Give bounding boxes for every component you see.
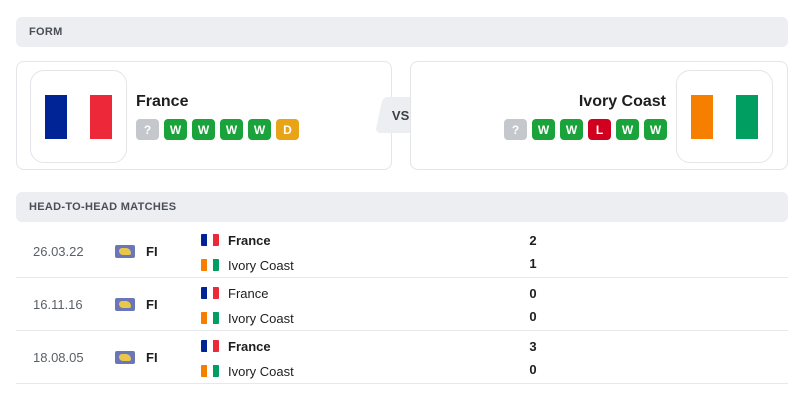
ivory-coast-flag-icon bbox=[201, 312, 219, 324]
form-badge-w[interactable]: W bbox=[644, 119, 667, 140]
home-score: 3 bbox=[529, 339, 537, 354]
away-team-name: Ivory Coast bbox=[228, 257, 294, 273]
world-icon bbox=[115, 298, 135, 311]
h2h-match-row[interactable]: 18.08.05 FI France 3 Ivory Coast 0 bbox=[16, 331, 788, 384]
form-badge-w[interactable]: W bbox=[560, 119, 583, 140]
world-icon bbox=[115, 245, 135, 258]
form-badge-w[interactable]: W bbox=[164, 119, 187, 140]
match-date: 26.03.22 bbox=[33, 244, 84, 259]
form-badge-w[interactable]: W bbox=[192, 119, 215, 140]
away-team-line: Ivory Coast bbox=[201, 256, 294, 274]
form-badge-unknown[interactable]: ? bbox=[504, 119, 527, 140]
france-flag-icon bbox=[201, 287, 219, 299]
form-badge-w[interactable]: W bbox=[248, 119, 271, 140]
match-date: 16.11.16 bbox=[33, 297, 83, 312]
form-badge-d[interactable]: D bbox=[276, 119, 299, 140]
home-form-row: ? W W W W D bbox=[136, 119, 299, 140]
away-form-row: ? W W L W W bbox=[504, 119, 667, 140]
away-team-name[interactable]: Ivory Coast bbox=[579, 93, 666, 111]
away-score: 0 bbox=[529, 362, 537, 377]
away-team-name: Ivory Coast bbox=[228, 310, 294, 326]
home-team-name: France bbox=[228, 285, 269, 301]
away-team-card[interactable]: Ivory Coast ? W W L W W bbox=[410, 61, 788, 170]
away-score: 1 bbox=[529, 256, 537, 271]
ivory-coast-flag-icon bbox=[201, 365, 219, 377]
home-team-logo[interactable] bbox=[30, 70, 127, 163]
home-team-name[interactable]: France bbox=[136, 93, 188, 111]
away-team-name: Ivory Coast bbox=[228, 363, 294, 379]
form-badge-unknown[interactable]: ? bbox=[136, 119, 159, 140]
competition-label[interactable]: FI bbox=[146, 244, 158, 259]
form-section-header: FORM bbox=[16, 17, 788, 47]
france-flag-icon bbox=[201, 340, 219, 352]
home-team-name: France bbox=[228, 232, 271, 248]
match-date: 18.08.05 bbox=[33, 350, 84, 365]
away-team-line: Ivory Coast bbox=[201, 309, 294, 327]
competition-label[interactable]: FI bbox=[146, 297, 158, 312]
form-badge-w[interactable]: W bbox=[532, 119, 555, 140]
h2h-match-row[interactable]: 16.11.16 FI France 0 Ivory Coast 0 bbox=[16, 278, 788, 331]
competition-label[interactable]: FI bbox=[146, 350, 158, 365]
form-badge-w[interactable]: W bbox=[220, 119, 243, 140]
vs-label: VS bbox=[392, 107, 410, 123]
france-flag-icon bbox=[201, 234, 219, 246]
home-team-line: France bbox=[201, 231, 271, 249]
home-team-line: France bbox=[201, 337, 271, 355]
away-team-line: Ivory Coast bbox=[201, 362, 294, 380]
h2h-section-header: HEAD-TO-HEAD MATCHES bbox=[16, 192, 788, 222]
home-score: 2 bbox=[529, 233, 537, 248]
ivory-coast-flag-icon bbox=[201, 259, 219, 271]
h2h-match-row[interactable]: 26.03.22 FI France 2 Ivory Coast 1 bbox=[16, 225, 788, 278]
form-badge-w[interactable]: W bbox=[616, 119, 639, 140]
home-score: 0 bbox=[529, 286, 537, 301]
france-flag-icon bbox=[45, 94, 112, 139]
home-team-card[interactable]: France ? W W W W D bbox=[16, 61, 392, 170]
away-score: 0 bbox=[529, 309, 537, 324]
world-icon bbox=[115, 351, 135, 364]
away-team-logo[interactable] bbox=[676, 70, 773, 163]
ivory-coast-flag-icon bbox=[691, 94, 758, 139]
form-badge-l[interactable]: L bbox=[588, 119, 611, 140]
home-team-line: France bbox=[201, 284, 268, 302]
home-team-name: France bbox=[228, 338, 271, 354]
